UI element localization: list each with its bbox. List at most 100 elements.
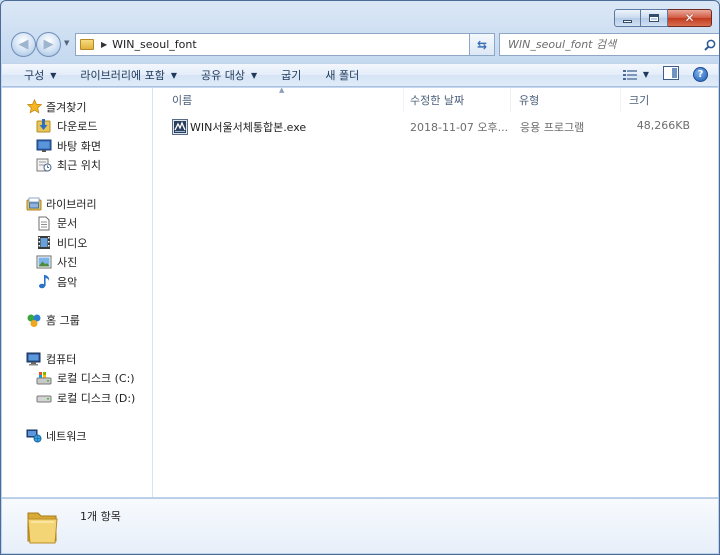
libraries-group: 라이브러리 문서 비디오 사진 음악 xyxy=(2,194,152,292)
navigation-bar: ◀ ▶ ▼ ▶ WIN_seoul_font ▼ ⇆ xyxy=(9,31,719,57)
homegroup-icon xyxy=(26,313,42,327)
folder-icon xyxy=(27,512,58,544)
search-box[interactable] xyxy=(499,33,719,56)
new-folder-button[interactable]: 새 폴더 xyxy=(313,64,371,86)
homegroup-group: 홈 그룹 xyxy=(2,311,152,331)
libraries-icon xyxy=(26,197,42,211)
sidebar-item-label: 비디오 xyxy=(57,236,88,250)
back-arrow-icon: ◀ xyxy=(18,37,29,52)
sidebar-item-label: 최근 위치 xyxy=(57,159,101,173)
chevron-down-icon: ▼ xyxy=(642,70,649,79)
sidebar-item-label: 컴퓨터 xyxy=(46,352,77,366)
include-library-button[interactable]: 라이브러리에 포함 ▼ xyxy=(68,64,189,86)
share-button[interactable]: 공유 대상 ▼ xyxy=(189,64,269,86)
sidebar-item-label: 로컬 디스크 (D:) xyxy=(57,391,136,405)
music-note-icon xyxy=(36,275,52,289)
sidebar-item-drive-d[interactable]: 로컬 디스크 (D:) xyxy=(2,388,152,408)
file-type: 응용 프로그램 xyxy=(520,121,585,134)
navigation-pane: 즐겨찾기 다운로드 바탕 화면 최근 위치 라이브러리 문서 비디오 사진 음악… xyxy=(2,88,153,497)
recent-places-icon xyxy=(36,158,52,172)
forward-button[interactable]: ▶ xyxy=(36,32,61,57)
sidebar-item-label: 다운로드 xyxy=(57,120,98,134)
chevron-down-icon: ▼ xyxy=(251,70,258,80)
search-input[interactable] xyxy=(500,38,700,51)
sidebar-item-favorites[interactable]: 즐겨찾기 xyxy=(2,97,152,117)
file-list: 이름 ▲ 수정한 날짜 유형 크기 WIN서울서체통합본.exe 2018-11… xyxy=(154,86,718,497)
column-header-name[interactable]: 이름 ▲ xyxy=(154,86,404,112)
minimize-button[interactable] xyxy=(614,9,641,27)
star-icon xyxy=(26,99,42,114)
change-view-button[interactable]: ▼ xyxy=(622,69,649,81)
network-icon xyxy=(26,429,42,443)
main-area: 즐겨찾기 다운로드 바탕 화면 최근 위치 라이브러리 문서 비디오 사진 음악… xyxy=(2,86,718,497)
caption-buttons: ✕ xyxy=(614,9,712,27)
command-bar: 구성 ▼ 라이브러리에 포함 ▼ 공유 대상 ▼ 굽기 새 폴더 ▼ ? xyxy=(2,63,718,87)
preview-pane-icon xyxy=(663,66,679,80)
sidebar-item-drive-c[interactable]: 로컬 디스크 (C:) xyxy=(2,369,152,389)
chevron-down-icon: ▼ xyxy=(170,70,178,80)
folder-icon xyxy=(80,39,94,50)
sidebar-item-pictures[interactable]: 사진 xyxy=(2,253,152,273)
sidebar-item-downloads[interactable]: 다운로드 xyxy=(2,117,152,137)
details-pane: 1개 항목 xyxy=(2,498,718,553)
sidebar-item-label: 음악 xyxy=(57,275,78,289)
column-header-type[interactable]: 유형 xyxy=(511,88,621,112)
sidebar-item-label: 홈 그룹 xyxy=(46,314,80,328)
include-library-label: 라이브러리에 포함 xyxy=(80,69,165,82)
sidebar-item-homegroup[interactable]: 홈 그룹 xyxy=(2,311,152,331)
back-button[interactable]: ◀ xyxy=(11,32,36,57)
sidebar-item-label: 라이브러리 xyxy=(46,197,97,211)
recent-pages-dropdown[interactable]: ▼ xyxy=(64,39,69,47)
sidebar-item-documents[interactable]: 문서 xyxy=(2,214,152,234)
sidebar-item-videos[interactable]: 비디오 xyxy=(2,233,152,253)
desktop-icon xyxy=(36,139,52,153)
close-button[interactable]: ✕ xyxy=(668,9,712,27)
sidebar-item-computer[interactable]: 컴퓨터 xyxy=(2,349,152,369)
breadcrumb-current-folder[interactable]: WIN_seoul_font xyxy=(112,38,480,51)
preview-pane-button[interactable] xyxy=(663,66,679,83)
organize-button[interactable]: 구성 ▼ xyxy=(2,64,68,86)
address-bar[interactable]: ▶ WIN_seoul_font ▼ xyxy=(75,33,495,56)
application-icon xyxy=(172,119,188,135)
video-icon xyxy=(36,236,52,250)
sidebar-item-desktop[interactable]: 바탕 화면 xyxy=(2,136,152,156)
burn-label: 굽기 xyxy=(281,69,302,82)
file-size: 48,266KB xyxy=(636,119,690,132)
sidebar-item-label: 즐겨찾기 xyxy=(46,100,87,114)
item-count: 1개 항목 xyxy=(80,510,121,523)
document-icon xyxy=(36,216,52,231)
sort-ascending-icon: ▲ xyxy=(279,86,285,94)
refresh-button[interactable]: ⇆ xyxy=(469,33,495,56)
command-bar-right: ▼ ? xyxy=(622,66,708,83)
sidebar-item-music[interactable]: 음악 xyxy=(2,272,152,292)
file-date: 2018-11-07 오후... xyxy=(410,121,508,134)
sidebar-item-label: 사진 xyxy=(57,256,78,270)
organize-label: 구성 xyxy=(24,69,45,82)
file-name-cell[interactable]: WIN서울서체통합본.exe xyxy=(172,119,306,135)
chevron-down-icon: ▼ xyxy=(50,70,57,80)
minimize-icon xyxy=(623,19,632,23)
network-group: 네트워크 xyxy=(2,427,152,447)
refresh-icon: ⇆ xyxy=(476,37,488,52)
sidebar-item-label: 바탕 화면 xyxy=(57,139,101,153)
details-view-icon xyxy=(622,69,637,80)
favorites-group: 즐겨찾기 다운로드 바탕 화면 최근 위치 xyxy=(2,97,152,175)
sidebar-item-libraries[interactable]: 라이브러리 xyxy=(2,194,152,214)
computer-group: 컴퓨터 로컬 디스크 (C:) 로컬 디스크 (D:) xyxy=(2,349,152,408)
column-header-size[interactable]: 크기 xyxy=(621,88,691,112)
burn-button[interactable]: 굽기 xyxy=(269,64,313,86)
search-icon[interactable] xyxy=(700,39,719,51)
column-header-label: 수정한 날짜 xyxy=(410,94,465,107)
help-icon[interactable]: ? xyxy=(693,67,708,82)
share-label: 공유 대상 xyxy=(201,69,246,82)
maximize-button[interactable] xyxy=(641,9,668,27)
file-name: WIN서울서체통합본.exe xyxy=(190,121,307,134)
maximize-icon xyxy=(649,14,659,22)
sidebar-item-network[interactable]: 네트워크 xyxy=(2,427,152,447)
sidebar-item-recent-places[interactable]: 최근 위치 xyxy=(2,156,152,176)
column-header-date[interactable]: 수정한 날짜 xyxy=(404,88,511,112)
column-header-label: 이름 xyxy=(172,94,193,107)
table-row[interactable]: WIN서울서체통합본.exe 2018-11-07 오후... 응용 프로그램 … xyxy=(154,116,699,136)
breadcrumb-chevron-icon[interactable]: ▶ xyxy=(101,40,107,49)
computer-icon xyxy=(26,352,42,366)
